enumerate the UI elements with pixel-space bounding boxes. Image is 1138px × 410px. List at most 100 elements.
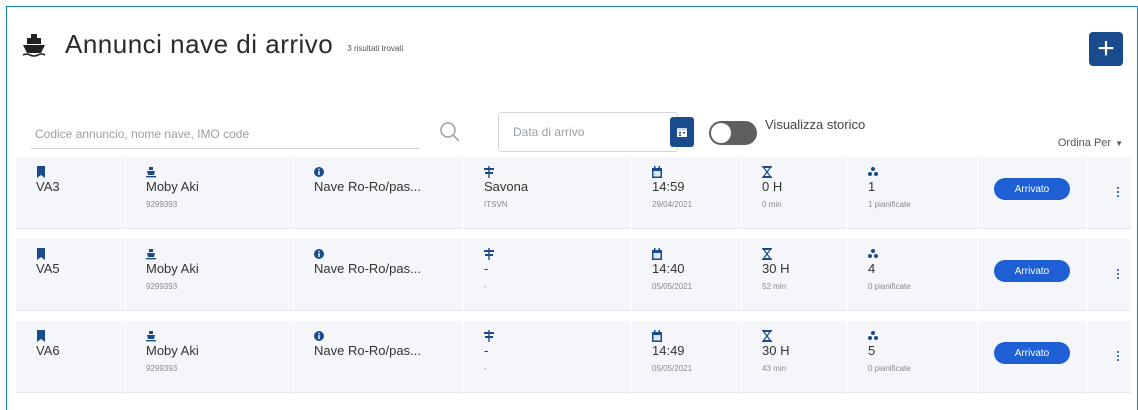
type-cell: Nave Ro-Ro/pas...: [293, 157, 463, 229]
duration-cell: 30 H 43 min: [741, 321, 847, 393]
planned-label: 1 pianificate: [868, 200, 911, 209]
status-badge: Arrivato: [994, 342, 1070, 364]
calendar-icon: [652, 248, 662, 260]
arrival-date-input[interactable]: [499, 124, 670, 140]
sort-label: Ordina Per: [1057, 137, 1112, 149]
duration-hours: 30 H: [762, 261, 790, 276]
group-icon: [868, 331, 878, 340]
duration-cell: 30 H 52 min: [741, 239, 847, 311]
planned-label: 0 pianificate: [868, 364, 911, 373]
planned-count: 4: [868, 261, 876, 276]
history-toggle-label: Visualizza storico: [765, 117, 866, 132]
status-cell: Arrivato: [977, 157, 1087, 229]
status-badge: Arrivato: [994, 178, 1070, 200]
more-options-icon[interactable]: [1116, 269, 1120, 283]
hourglass-icon: [762, 166, 772, 178]
signpost-icon: [484, 166, 494, 178]
arrival-time: 14:49: [652, 343, 685, 358]
code-cell: VA5: [15, 239, 125, 311]
port-name: -: [484, 261, 489, 276]
calendar-icon: [652, 166, 662, 178]
search-icon[interactable]: [439, 121, 461, 143]
imo-code: 9299393: [146, 282, 178, 291]
arrival-date: 05/05/2021: [652, 364, 693, 373]
page-title: Annunci nave di arrivo: [65, 29, 334, 59]
imo-code: 9299393: [146, 364, 178, 373]
planned-count: 5: [868, 343, 876, 358]
ship-cell: Moby Aki 9299393: [125, 239, 293, 311]
ship-cell: Moby Aki 9299393: [125, 157, 293, 229]
duration-cell: 0 H 0 min: [741, 157, 847, 229]
planned-cell: 5 0 pianificate: [847, 321, 977, 393]
duration-minutes: 43 min: [762, 364, 787, 373]
announcement-row[interactable]: VA3 Moby Aki 9299393 Nave Ro-Ro/pas... S…: [15, 157, 1131, 229]
group-icon: [868, 167, 878, 176]
search-input[interactable]: [31, 119, 419, 149]
announcement-code: VA5: [36, 261, 60, 276]
planned-label: 0 pianificate: [868, 282, 911, 291]
results-count: 3 risultati trovati: [347, 44, 404, 53]
type-cell: Nave Ro-Ro/pas...: [293, 239, 463, 311]
hourglass-icon: [762, 248, 772, 260]
port-code: -: [484, 364, 487, 373]
ship-name: Moby Aki: [146, 343, 199, 358]
planned-cell: 4 0 pianificate: [847, 239, 977, 311]
more-options-icon[interactable]: [1116, 351, 1120, 365]
ship-type: Nave Ro-Ro/pas...: [314, 179, 421, 194]
duration-hours: 0 H: [762, 179, 783, 194]
announcement-row[interactable]: VA6 Moby Aki 9299393 Nave Ro-Ro/pas... -…: [15, 321, 1131, 393]
calendar-button[interactable]: [670, 117, 694, 147]
ship-type: Nave Ro-Ro/pas...: [314, 261, 421, 276]
more-options-icon[interactable]: [1116, 187, 1120, 201]
bookmark-icon: [37, 166, 45, 178]
info-icon: [314, 167, 324, 177]
announcement-code: VA3: [36, 179, 60, 194]
signpost-icon: [484, 330, 494, 342]
toggle-knob: [711, 123, 731, 143]
add-announcement-button[interactable]: +: [1089, 32, 1123, 66]
code-cell: VA3: [15, 157, 125, 229]
duration-hours: 30 H: [762, 343, 790, 358]
status-cell: Arrivato: [977, 321, 1087, 393]
announcement-row[interactable]: VA5 Moby Aki 9299393 Nave Ro-Ro/pas... -…: [15, 239, 1131, 311]
port-name: -: [484, 343, 489, 358]
port-cell: - -: [463, 239, 631, 311]
status-cell: Arrivato: [977, 239, 1087, 311]
bookmark-icon: [37, 330, 45, 342]
info-icon: [314, 249, 324, 259]
calendar-icon: [677, 128, 687, 137]
port-code: -: [484, 282, 487, 291]
planned-count: 1: [868, 179, 876, 194]
ship-icon: [22, 33, 46, 57]
ship-icon: [146, 167, 156, 178]
arrival-time: 14:40: [652, 261, 685, 276]
announcement-list: VA3 Moby Aki 9299393 Nave Ro-Ro/pas... S…: [15, 157, 1131, 403]
actions-cell: [1087, 157, 1131, 229]
arrival-time: 14:59: [652, 179, 685, 194]
hourglass-icon: [762, 330, 772, 342]
imo-code: 9299393: [146, 200, 178, 209]
time-cell: 14:40 05/05/2021: [631, 239, 741, 311]
ship-type: Nave Ro-Ro/pas...: [314, 343, 421, 358]
port-name: Savona: [484, 179, 529, 194]
time-cell: 14:49 05/05/2021: [631, 321, 741, 393]
time-cell: 14:59 29/04/2021: [631, 157, 741, 229]
arrival-date: 05/05/2021: [652, 282, 693, 291]
info-icon: [314, 331, 324, 341]
actions-cell: [1087, 321, 1131, 393]
history-toggle[interactable]: [709, 121, 757, 145]
status-badge: Arrivato: [994, 260, 1070, 282]
port-code: ITSVN: [484, 200, 508, 209]
type-cell: Nave Ro-Ro/pas...: [293, 321, 463, 393]
calendar-icon: [652, 330, 662, 342]
page-header: Annunci nave di arrivo 3 risultati trova…: [21, 29, 403, 60]
caret-down-icon: ▼: [1115, 138, 1123, 148]
actions-cell: [1087, 239, 1131, 311]
group-icon: [868, 249, 878, 258]
sort-dropdown[interactable]: Ordina Per ▼: [1058, 137, 1123, 149]
ship-name: Moby Aki: [146, 179, 199, 194]
planned-cell: 1 1 pianificate: [847, 157, 977, 229]
ship-cell: Moby Aki 9299393: [125, 321, 293, 393]
port-cell: - -: [463, 321, 631, 393]
arrival-date-field: [498, 112, 694, 152]
